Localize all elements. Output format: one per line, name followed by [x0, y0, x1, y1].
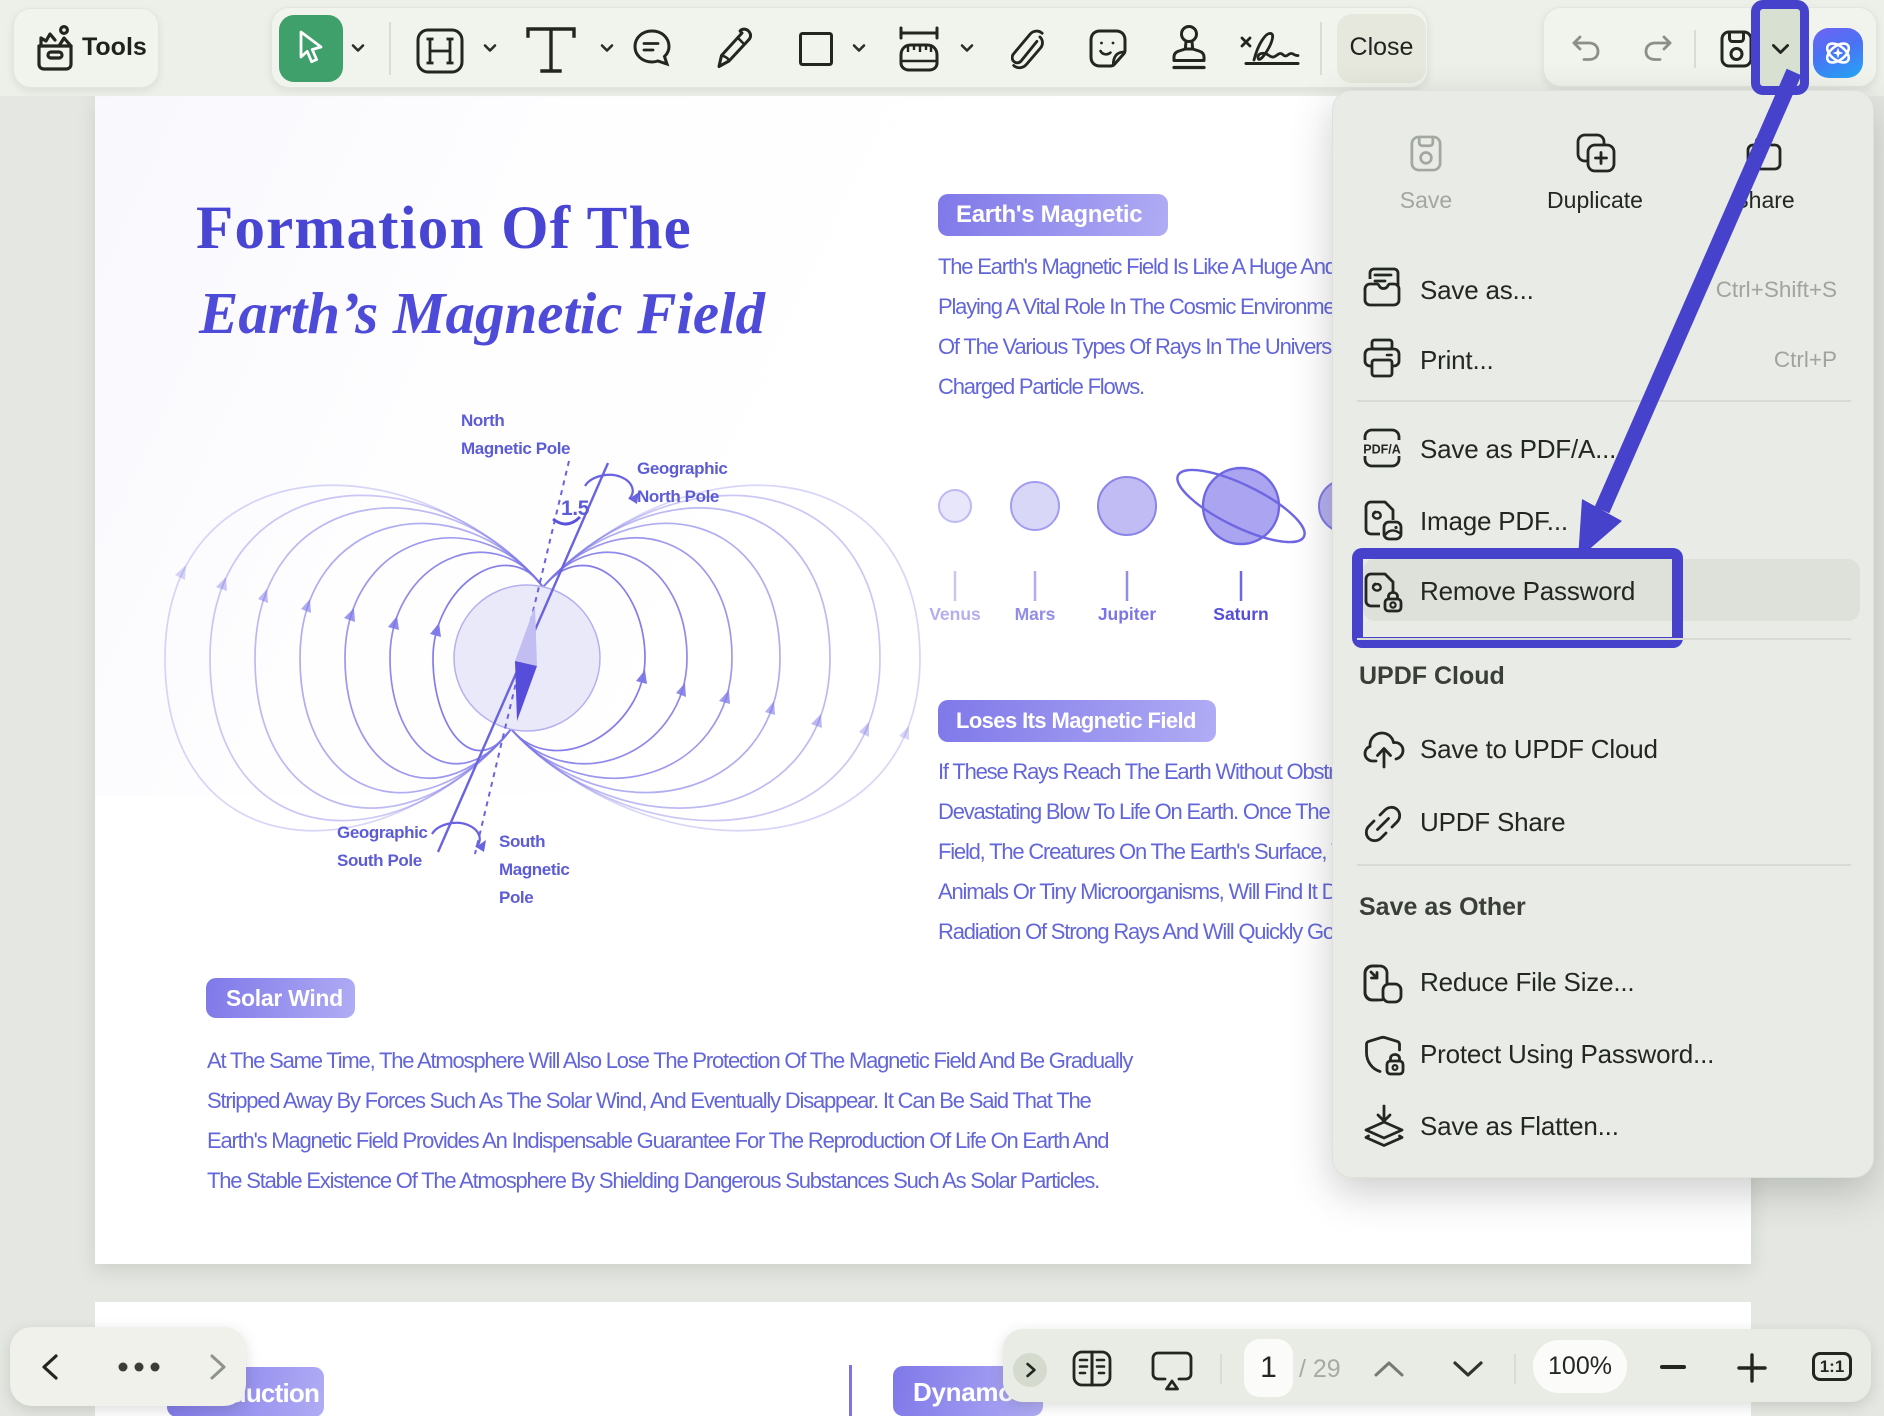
svg-text:PDF/A: PDF/A	[1363, 443, 1401, 457]
